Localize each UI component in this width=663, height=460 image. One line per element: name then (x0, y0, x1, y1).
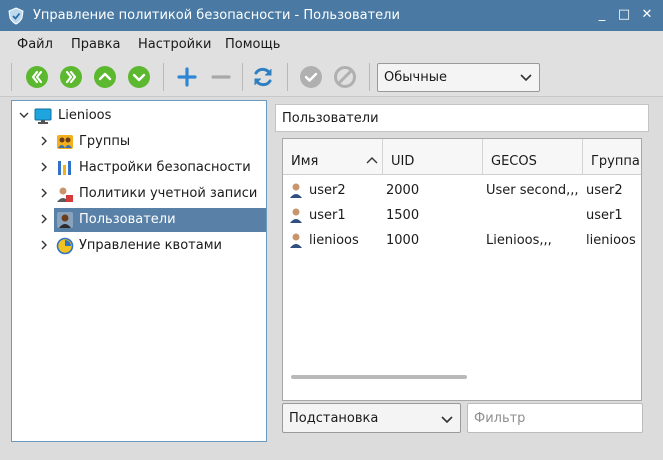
cell-group: user1 (586, 208, 623, 223)
column-header-name[interactable]: Имя (283, 139, 383, 175)
double-right-arrow-icon[interactable] (59, 65, 83, 89)
navigation-tree: Lienioos Группы Настройки безопасности П… (11, 100, 267, 442)
menu-edit[interactable]: Правка (71, 37, 120, 52)
toolbar-separator (163, 63, 164, 91)
minus-icon[interactable] (209, 65, 233, 89)
tree-item-label: Политики учетной записи (79, 186, 258, 201)
cell-group: lienioos (586, 233, 636, 248)
tree-item-users[interactable]: Пользователи (12, 208, 266, 232)
sort-ascending-icon (366, 157, 378, 164)
arrow-down-icon[interactable] (127, 65, 151, 89)
cell-name: user1 (309, 208, 346, 223)
shield-app-icon (8, 7, 24, 25)
chevron-down-icon[interactable] (18, 108, 30, 122)
user-icon (290, 208, 302, 223)
account-policy-icon (57, 187, 73, 202)
check-icon[interactable] (299, 65, 323, 89)
cell-name: lienioos (309, 233, 359, 248)
toolbar-separator (242, 63, 243, 91)
horizontal-scrollbar[interactable] (291, 375, 467, 379)
table-row[interactable]: user2 2000 User second,,, user2 (283, 178, 641, 203)
table-header: Имя UID GECOS Группа (283, 139, 641, 175)
chevron-down-icon (441, 416, 453, 424)
refresh-icon[interactable] (251, 65, 275, 89)
menu-file[interactable]: Файл (17, 37, 53, 52)
match-mode-value: Подстановка (289, 411, 379, 426)
close-button[interactable]: ✕ (637, 5, 657, 25)
tree-item-root[interactable]: Lienioos (12, 104, 266, 128)
double-left-arrow-icon[interactable] (25, 65, 49, 89)
users-icon (57, 212, 73, 228)
cell-uid: 2000 (386, 183, 420, 198)
content-panel: Пользователи Имя UID GECOS Группа user2 … (270, 100, 653, 442)
maximize-button[interactable]: □ (614, 5, 634, 25)
window-title: Управление политикой безопасности - Поль… (33, 8, 400, 23)
column-header-uid[interactable]: UID (383, 139, 483, 175)
chevron-right-icon[interactable] (38, 134, 50, 148)
table-row[interactable]: user1 1500 user1 (283, 203, 641, 228)
menu-help[interactable]: Помощь (225, 37, 280, 52)
table-row[interactable]: lienioos 1000 Lienioos,,, lienioos (283, 228, 641, 253)
security-settings-icon (58, 161, 71, 175)
tree-item-security-settings[interactable]: Настройки безопасности (12, 156, 266, 180)
filter-input[interactable] (467, 403, 643, 433)
plus-icon[interactable] (175, 65, 199, 89)
chevron-right-icon[interactable] (38, 160, 50, 174)
tree-item-label: Настройки безопасности (79, 160, 251, 175)
tree-item-groups[interactable]: Группы (12, 130, 266, 154)
column-header-group[interactable]: Группа (583, 139, 641, 175)
tree-item-quotas[interactable]: Управление квотами (12, 234, 266, 258)
section-title: Пользователи (275, 104, 649, 132)
tree-item-account-policies[interactable]: Политики учетной записи (12, 182, 266, 206)
tree-item-label: Группы (79, 134, 131, 149)
match-mode-select[interactable]: Подстановка (282, 403, 461, 433)
cell-name: user2 (309, 183, 346, 198)
tree-item-label: Управление квотами (79, 238, 222, 253)
users-table: Имя UID GECOS Группа user2 2000 User sec… (282, 138, 642, 401)
status-bar (0, 446, 663, 460)
user-icon (290, 183, 302, 198)
section-title-text: Пользователи (282, 111, 379, 126)
quota-icon (56, 237, 74, 255)
toolbar-separator (287, 63, 288, 91)
cell-group: user2 (586, 183, 623, 198)
toolbar: Обычные (0, 57, 663, 97)
cell-uid: 1000 (386, 233, 420, 248)
chevron-down-icon (520, 74, 532, 82)
mode-select-value: Обычные (384, 70, 447, 85)
monitor-icon (34, 108, 52, 124)
cell-uid: 1500 (386, 208, 420, 223)
menu-settings[interactable]: Настройки (138, 37, 211, 52)
user-icon (290, 233, 302, 248)
mode-select[interactable]: Обычные (377, 63, 540, 92)
chevron-right-icon[interactable] (38, 238, 50, 252)
tree-item-label: Пользователи (79, 212, 176, 227)
tree-item-label: Lienioos (58, 108, 112, 123)
column-header-gecos[interactable]: GECOS (483, 139, 583, 175)
group-icon (57, 135, 73, 149)
chevron-right-icon[interactable] (38, 212, 50, 226)
arrow-up-icon[interactable] (93, 65, 117, 89)
cancel-icon[interactable] (333, 65, 357, 89)
minimize-button[interactable]: _ (592, 5, 612, 25)
cell-gecos: User second,,, (486, 183, 579, 198)
title-bar: Управление политикой безопасности - Поль… (0, 0, 663, 31)
toolbar-handle (11, 63, 12, 91)
menu-bar: Файл Правка Настройки Помощь (0, 31, 663, 57)
toolbar-separator (369, 63, 370, 91)
chevron-right-icon[interactable] (38, 186, 50, 200)
cell-gecos: Lienioos,,, (486, 233, 552, 248)
